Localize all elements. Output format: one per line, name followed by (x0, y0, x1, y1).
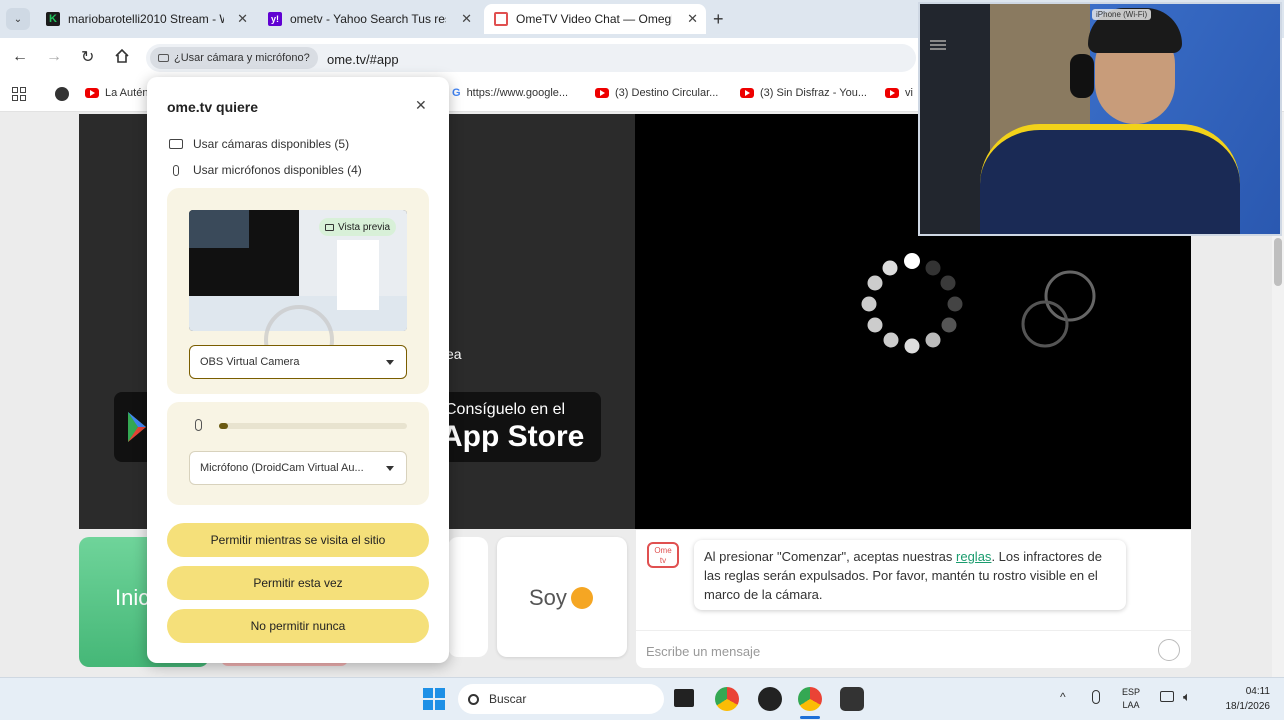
tab-yahoo[interactable]: y! ometv - Yahoo Search Tus resul... ✕ (258, 4, 480, 34)
network-icon[interactable] (1160, 691, 1174, 702)
emoji-icon[interactable] (1158, 639, 1180, 661)
volume-icon[interactable]: 🔈︎ (1183, 689, 1191, 705)
taskbar: Buscar ^ ESP LAA 🔈︎ 04:11 18/1/2026 (0, 677, 1284, 720)
tab-stream[interactable]: K mariobarotelli2010 Stream - W... ✕ (36, 4, 256, 34)
tab-label: OmeTV Video Chat — Omegle ... (516, 12, 672, 26)
microphone-icon (173, 164, 179, 176)
new-tab-button[interactable]: + (713, 9, 724, 30)
soy-label: Soy (529, 585, 567, 610)
ometv-logo-top: Ome (654, 546, 672, 555)
loading-spinner (861, 253, 963, 354)
ometv-logo-bottom: tv (659, 556, 667, 565)
apps-icon[interactable] (12, 87, 26, 101)
camera-perm-row: Usar cámaras disponibles (5) (169, 137, 349, 151)
close-tab-icon[interactable]: ✕ (237, 11, 248, 27)
youtube-icon (85, 88, 99, 98)
system-message: Al presionar "Comenzar", aceptas nuestra… (694, 540, 1126, 610)
reload-icon[interactable]: ↻ (81, 47, 94, 67)
chat-input-divider (636, 630, 1191, 631)
chat-input[interactable]: Escribe un mensaje (646, 644, 760, 659)
app-store-line1: Consíguelo en el (445, 401, 566, 418)
globe-icon[interactable] (55, 87, 69, 101)
webcam-overlay: iPhone (Wi-Fi) (918, 2, 1282, 236)
boy-avatar-icon (571, 587, 593, 609)
language-indicator[interactable]: ESP LAA (1122, 686, 1140, 712)
kick-icon: K (46, 12, 60, 26)
tray-chevron-icon[interactable]: ^ (1060, 690, 1066, 704)
app-store-line2: App Store (441, 420, 585, 453)
start-button-label: Inic (115, 585, 150, 610)
never-allow-button[interactable]: No permitir nunca (167, 609, 429, 643)
bookmark-item[interactable]: (3) Destino Circular... (595, 87, 718, 99)
filter-button[interactable] (448, 537, 488, 657)
camera-icon (169, 139, 183, 149)
close-icon[interactable]: ✕ (415, 97, 427, 114)
clock[interactable]: 04:11 18/1/2026 (1212, 684, 1271, 714)
permission-dialog: ome.tv quiere ✕ Usar cámaras disponibles… (147, 77, 449, 663)
back-icon[interactable]: ← (12, 48, 28, 66)
url-text: ome.tv/#app (327, 52, 399, 67)
rules-link[interactable]: reglas (956, 549, 991, 564)
droidcam-icon[interactable] (840, 687, 864, 711)
menu-icon-mid (930, 44, 946, 46)
search-icon (468, 693, 479, 705)
active-app-indicator (800, 716, 820, 719)
bookmark-item[interactable]: (3) Sin Disfraz - You... (740, 87, 867, 99)
app-store-badge[interactable]: Consíguelo en el App Store (439, 392, 601, 462)
windows-start-icon[interactable] (423, 688, 445, 710)
dropdown-arrow-icon (386, 466, 394, 471)
microphone-icon (195, 419, 202, 431)
tab-label: ometv - Yahoo Search Tus resul... (290, 12, 446, 26)
youtube-icon (595, 88, 609, 98)
tab-list-button[interactable]: ⌄ (6, 8, 30, 30)
forward-icon[interactable]: → (46, 48, 62, 66)
loading-rings-icon (1021, 270, 1096, 348)
mic-select[interactable]: Micrófono (DroidCam Virtual Au... (189, 451, 407, 485)
camera-icon (325, 223, 334, 231)
camera-select[interactable]: OBS Virtual Camera (189, 345, 407, 379)
microphone-tray-icon[interactable] (1092, 690, 1100, 704)
close-tab-icon[interactable]: ✕ (687, 11, 698, 27)
camera-icon (158, 54, 169, 62)
tab-label: mariobarotelli2010 Stream - W... (68, 12, 224, 26)
preview-badge: Vista previa (319, 218, 397, 236)
bookmark-item[interactable]: vi (885, 87, 913, 99)
mic-level-track (219, 423, 407, 429)
ometv-logo: Ome tv (647, 542, 679, 568)
allow-once-button[interactable]: Permitir esta vez (167, 566, 429, 600)
youtube-icon (885, 88, 899, 98)
person-jersey (980, 124, 1240, 234)
bookmark-item[interactable]: Ghttps://www.google... (452, 87, 568, 99)
permission-chip[interactable]: ¿Usar cámara y micrófono? (150, 47, 318, 69)
taskbar-search[interactable]: Buscar (458, 684, 664, 714)
tab-ometv[interactable]: OmeTV Video Chat — Omegle ... ✕ (484, 4, 706, 34)
mic-perm-row: Usar micrófonos disponibles (4) (169, 163, 362, 177)
youtube-icon (740, 88, 754, 98)
gender-button[interactable]: Soy (497, 537, 627, 657)
close-tab-icon[interactable]: ✕ (461, 11, 472, 27)
file-explorer-icon[interactable] (674, 689, 694, 707)
google-icon: G (452, 87, 461, 99)
ometv-tab-icon (494, 12, 508, 26)
allow-while-visiting-button[interactable]: Permitir mientras se visita el sitio (167, 523, 429, 557)
obs-icon[interactable] (758, 687, 782, 711)
chat-panel: Ome tv Al presionar "Comenzar", aceptas … (636, 530, 1191, 668)
source-label: iPhone (Wi-Fi) (1092, 9, 1152, 20)
permission-chip-label: ¿Usar cámara y micrófono? (174, 52, 310, 64)
dropdown-arrow-icon (386, 360, 394, 365)
mic-level-fill (219, 423, 228, 429)
chrome-icon[interactable] (715, 687, 739, 711)
yahoo-icon: y! (268, 12, 282, 26)
chrome-active-icon[interactable] (798, 687, 822, 711)
dialog-title: ome.tv quiere (167, 99, 259, 115)
home-icon[interactable] (114, 48, 130, 64)
headset-icon (1070, 54, 1094, 98)
